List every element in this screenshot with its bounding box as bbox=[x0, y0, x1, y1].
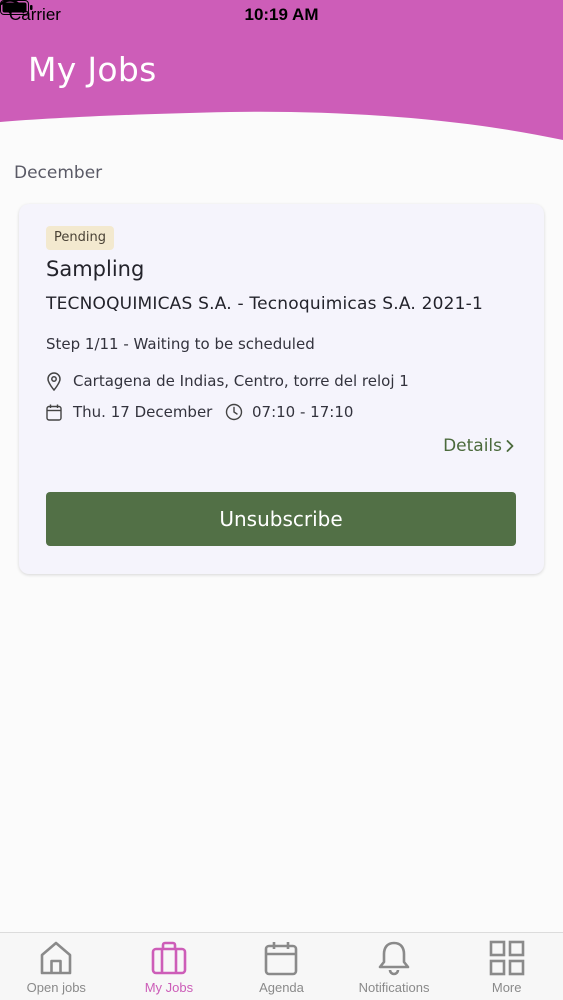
page-title: My Jobs bbox=[28, 50, 157, 89]
month-section-label: December bbox=[14, 163, 103, 183]
tab-notifications[interactable]: Notifications bbox=[338, 933, 451, 1000]
job-company: TECNOQUIMICAS S.A. - Tecnoquimicas S.A. … bbox=[46, 294, 483, 314]
unsubscribe-button[interactable]: Unsubscribe bbox=[46, 492, 516, 546]
status-time: 10:19 AM bbox=[244, 5, 319, 24]
location-pin-icon bbox=[47, 372, 61, 391]
job-step: Step 1/11 - Waiting to be scheduled bbox=[46, 335, 315, 353]
tab-agenda[interactable]: Agenda bbox=[225, 933, 338, 1000]
tab-my-jobs[interactable]: My Jobs bbox=[113, 933, 226, 1000]
bell-icon bbox=[378, 941, 410, 976]
battery-icon bbox=[0, 0, 33, 15]
tab-label: Open jobs bbox=[26, 980, 86, 995]
job-date: Thu. 17 December bbox=[73, 403, 213, 421]
tab-label: Notifications bbox=[358, 980, 430, 995]
tab-label: My Jobs bbox=[144, 980, 194, 995]
status-badge: Pending bbox=[46, 226, 114, 250]
briefcase-icon bbox=[151, 941, 187, 975]
tab-label: Agenda bbox=[259, 980, 304, 995]
job-location: Cartagena de Indias, Centro, torre del r… bbox=[73, 372, 409, 390]
calendar-icon bbox=[265, 942, 298, 976]
clock-icon bbox=[225, 403, 243, 421]
job-time-range: 07:10 - 17:10 bbox=[252, 403, 354, 421]
status-bar: Carrier 10:19 AM bbox=[0, 0, 563, 30]
tab-label: More bbox=[491, 980, 522, 995]
tab-open-jobs[interactable]: Open jobs bbox=[0, 933, 113, 1000]
chevron-right-icon bbox=[506, 440, 514, 452]
tab-bar: Open jobs My Jobs Agenda Notifications M… bbox=[0, 932, 563, 1000]
details-link[interactable]: Details bbox=[443, 436, 515, 456]
grid-icon bbox=[489, 940, 524, 976]
details-label: Details bbox=[443, 436, 502, 456]
home-icon bbox=[40, 941, 72, 975]
calendar-small-icon bbox=[46, 404, 62, 421]
job-title: Sampling bbox=[46, 257, 145, 281]
job-card[interactable]: Pending Sampling TECNOQUIMICAS S.A. - Te… bbox=[19, 204, 544, 574]
header: Carrier 10:19 AM My Jobs bbox=[0, 0, 563, 145]
tab-more[interactable]: More bbox=[450, 933, 563, 1000]
